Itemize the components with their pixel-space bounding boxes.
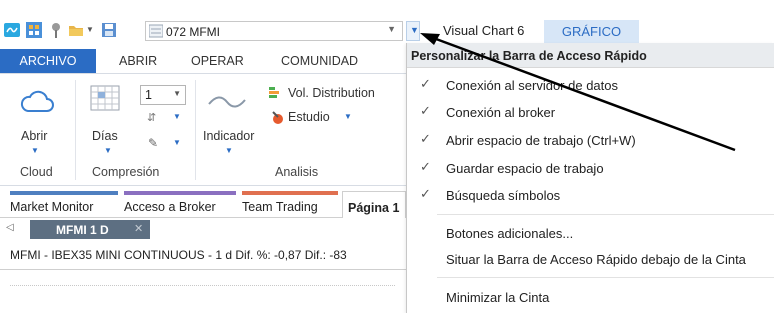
compression-value-field[interactable]: 1 ▼ (140, 85, 186, 105)
tab-label: Market Monitor (10, 200, 94, 214)
menu-title: Personalizar la Barra de Acceso Rápido (411, 49, 647, 63)
customize-qat-button[interactable]: ▼ (406, 21, 420, 41)
menu-header: Personalizar la Barra de Acceso Rápido (407, 43, 774, 68)
app-title: Visual Chart 6 (443, 23, 525, 38)
menu-item-label: Conexión al broker (446, 105, 556, 120)
customize-qat-menu: Personalizar la Barra de Acceso Rápido ✓… (406, 43, 774, 313)
volume-distribution-icon[interactable] (269, 86, 283, 103)
data-connection-icon[interactable] (4, 22, 20, 38)
group-separator (75, 80, 76, 180)
indicador-button[interactable]: Indicador (203, 129, 254, 143)
symbol-value: 072 MFMI (166, 25, 221, 39)
menu-item-additional-buttons[interactable]: Botones adicionales... (407, 220, 774, 247)
menu-item-broker[interactable]: ✓ Conexión al broker (407, 99, 774, 126)
checkmark-icon: ✓ (420, 76, 431, 91)
scroll-left-icon[interactable]: ◁ (6, 222, 14, 233)
tab-color-bar (10, 191, 118, 195)
group-label-analisis: Analisis (275, 165, 319, 179)
vol-distribution-button[interactable]: Vol. Distribution (288, 86, 375, 100)
tab-market-monitor[interactable]: Market Monitor (10, 191, 118, 218)
checkmark-icon: ✓ (420, 131, 431, 146)
quick-access-toolbar: ▼ 072 MFMI ▼ ▼ Visual Chart 6 GRÁFICO (0, 0, 774, 43)
menu-item-data-server[interactable]: ✓ Conexión al servidor de datos (407, 72, 774, 99)
menu-separator (437, 277, 774, 278)
checkmark-icon: ✓ (420, 186, 431, 201)
chevron-down-icon[interactable]: ▼ (225, 146, 233, 155)
chevron-down-icon[interactable]: ▼ (344, 112, 352, 121)
menu-item-minimize-ribbon[interactable]: Minimizar la Cinta (407, 284, 774, 311)
menu-item-label: Abrir espacio de trabajo (Ctrl+W) (446, 133, 636, 148)
broker-connection-icon[interactable] (26, 22, 42, 38)
compression-type-icon[interactable]: ⇵ (147, 111, 156, 124)
tab-acceso-broker[interactable]: Acceso a Broker (124, 191, 236, 218)
estudio-button[interactable]: Estudio (288, 110, 330, 124)
chevron-down-icon: ▼ (410, 25, 419, 35)
tab-team-trading[interactable]: Team Trading (242, 191, 338, 218)
close-icon[interactable]: ✕ (134, 222, 143, 235)
chevron-down-icon: ▼ (387, 24, 396, 34)
chevron-down-icon[interactable]: ▼ (173, 112, 181, 121)
menu-item-save-workspace[interactable]: ✓ Guardar espacio de trabajo (407, 155, 774, 182)
tab-archivo[interactable]: ARCHIVO (0, 49, 96, 73)
menu-item-label: Botones adicionales... (446, 226, 574, 241)
checkmark-icon: ✓ (420, 103, 431, 118)
symbol-search-combo[interactable]: 072 MFMI ▼ (145, 21, 403, 41)
menu-separator (437, 214, 774, 215)
menu-item-label: Búsqueda símbolos (446, 188, 561, 203)
open-workspace-icon[interactable] (68, 22, 84, 38)
tab-abrir[interactable]: ABRIR (119, 49, 157, 73)
chart-info-text: MFMI - IBEX35 MINI CONTINUOUS - 1 d Dif.… (10, 248, 347, 262)
calendar-grid-icon[interactable] (90, 85, 120, 114)
tab-label: Página 1 (348, 201, 400, 215)
symbol-list-icon (148, 24, 164, 41)
menu-item-label: Guardar espacio de trabajo (446, 161, 604, 176)
tab-color-bar (242, 191, 338, 195)
menu-item-open-workspace[interactable]: ✓ Abrir espacio de trabajo (Ctrl+W) (407, 127, 774, 154)
pin-icon[interactable] (48, 22, 64, 38)
compression-value: 1 (145, 88, 152, 102)
menu-item-qat-below-ribbon[interactable]: Situar la Barra de Acceso Rápido debajo … (407, 246, 774, 273)
indicator-curve-icon[interactable] (207, 92, 247, 115)
tab-color-bar (124, 191, 236, 195)
dias-button[interactable]: Días (92, 129, 118, 143)
checkmark-icon: ✓ (420, 159, 431, 174)
menu-item-label: Situar la Barra de Acceso Rápido debajo … (446, 252, 746, 267)
tab-label: Acceso a Broker (124, 200, 216, 214)
group-label-compresion: Compresión (92, 165, 160, 179)
tab-operar[interactable]: OPERAR (191, 49, 244, 73)
tab-label: Team Trading (242, 200, 318, 214)
menu-item-label: Minimizar la Cinta (446, 290, 550, 305)
menu-item-symbol-search[interactable]: ✓ Búsqueda símbolos (407, 182, 774, 209)
study-icon[interactable] (270, 109, 284, 128)
contextual-tab-grafico[interactable]: GRÁFICO (544, 20, 639, 43)
menu-item-label: Conexión al servidor de datos (446, 78, 618, 93)
chevron-down-icon: ▼ (173, 89, 181, 98)
chevron-down-icon[interactable]: ▼ (104, 146, 112, 155)
chart-gridline (10, 285, 395, 286)
save-workspace-icon[interactable] (101, 22, 117, 38)
cloud-icon[interactable] (20, 88, 54, 117)
tab-pagina-1[interactable]: Página 1 (342, 191, 406, 218)
chart-tab-mfmi[interactable]: MFMI 1 D ✕ (30, 220, 150, 239)
chevron-down-icon[interactable]: ▼ (31, 146, 39, 155)
chevron-down-icon[interactable]: ▼ (173, 138, 181, 147)
tab-comunidad[interactable]: COMUNIDAD (281, 49, 358, 73)
chart-tab-label: MFMI 1 D (56, 223, 109, 237)
group-label-cloud: Cloud (20, 165, 53, 179)
abrir-cloud-button[interactable]: Abrir (21, 129, 47, 143)
chevron-down-icon[interactable]: ▼ (86, 25, 96, 41)
brush-icon[interactable]: ✎ (148, 136, 158, 150)
group-separator (195, 80, 196, 180)
